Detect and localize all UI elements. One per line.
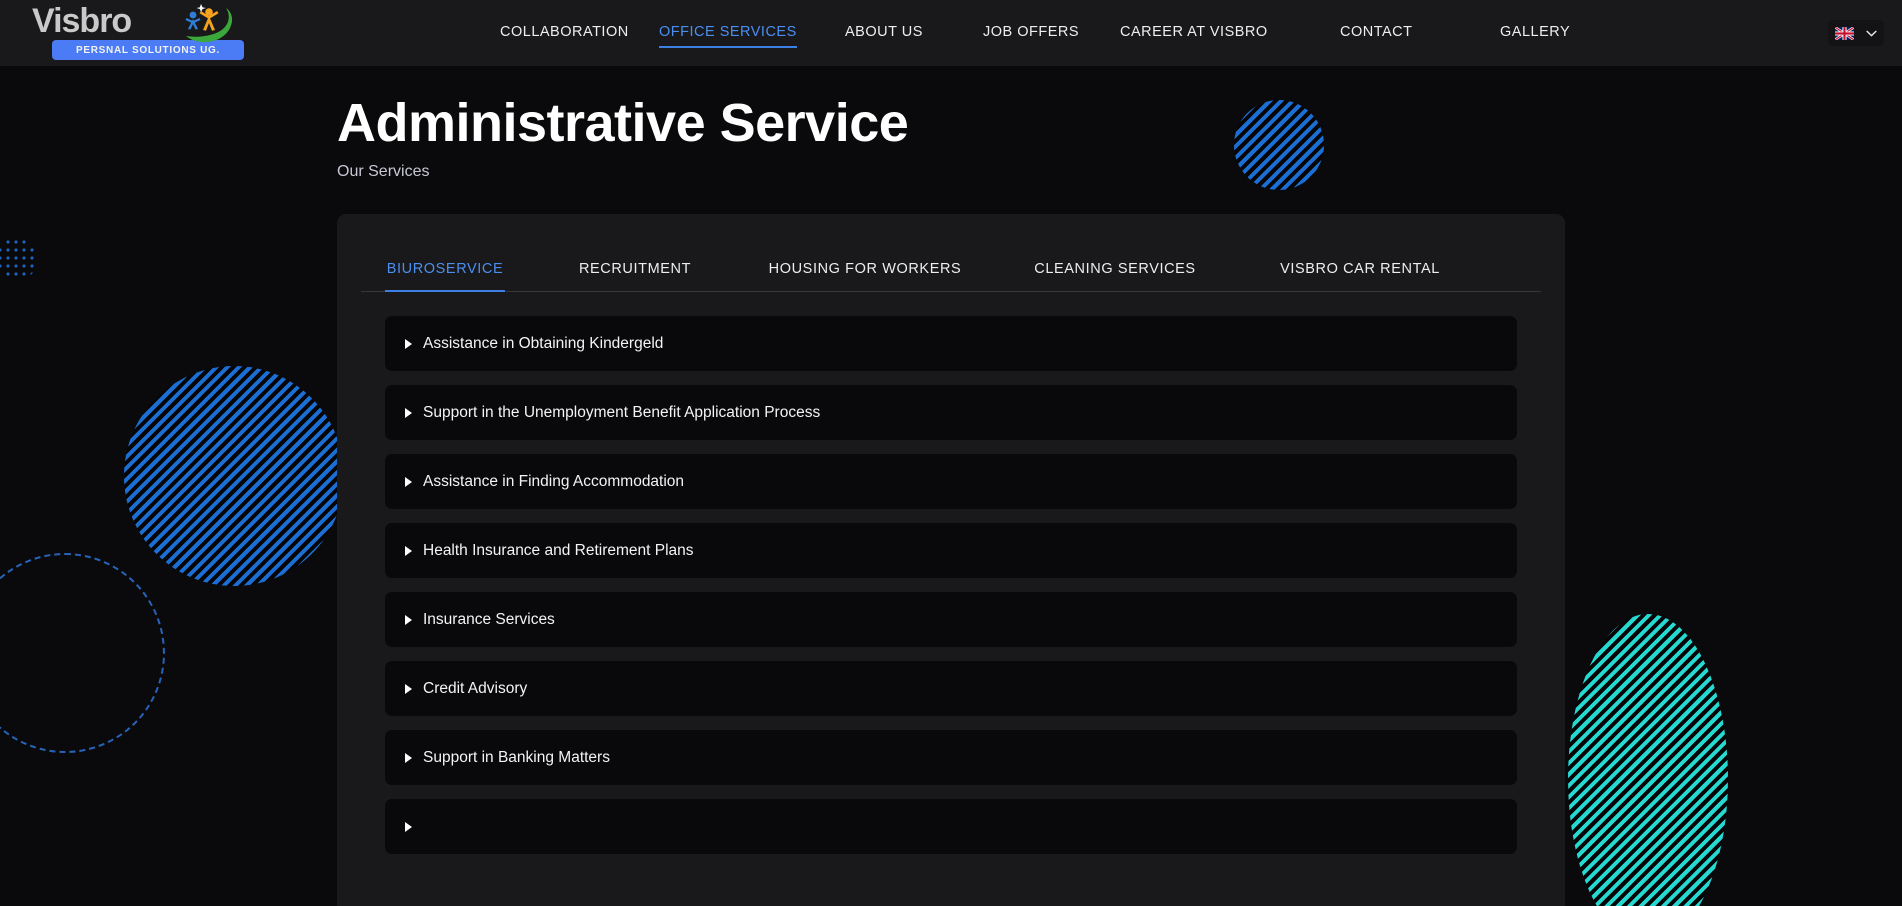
triangle-right-icon [405,545,412,556]
tab-biuroservice[interactable]: BIUROSERVICE [385,261,505,292]
site-header: Visbro PERSNAL SOLUTIONS UG. COLLABORATI… [0,0,1902,66]
nav-item-office-services[interactable]: OFFICE SERVICES [659,24,797,48]
accordion-item[interactable]: Insurance Services [385,592,1517,647]
decorative-striped-circle-large [124,366,344,586]
nav-item-job-offers[interactable]: JOB OFFERS [983,24,1079,43]
triangle-right-icon [405,821,412,832]
accordion-item-label: Support in Banking Matters [423,748,610,766]
accordion-item-label: Insurance Services [423,610,555,628]
services-panel: BIUROSERVICE RECRUITMENT HOUSING FOR WOR… [337,214,1565,906]
page-title: Administrative Service [337,93,909,153]
services-accordion: Assistance in Obtaining Kindergeld Suppo… [361,292,1541,898]
nav-item-career-at-visbro[interactable]: CAREER AT VISBRO [1120,24,1268,43]
chevron-down-icon [1866,30,1877,37]
triangle-right-icon [405,338,412,349]
decorative-dotted-circle [0,238,38,280]
tab-housing-for-workers[interactable]: HOUSING FOR WORKERS [765,261,965,291]
triangle-right-icon [405,407,412,418]
uk-flag-icon [1835,26,1854,40]
hero-section: Administrative Service Our Services [0,66,1902,181]
nav-item-gallery[interactable]: GALLERY [1500,24,1570,43]
triangle-right-icon [405,476,412,487]
accordion-item[interactable]: Support in Banking Matters [385,730,1517,785]
language-selector[interactable] [1828,20,1884,46]
tab-recruitment[interactable]: RECRUITMENT [565,261,705,291]
people-swoosh-logo-icon [185,4,233,43]
nav-item-collaboration[interactable]: COLLABORATION [500,24,629,43]
page-subtitle: Our Services [337,163,430,180]
triangle-right-icon [405,683,412,694]
tab-visbro-car-rental[interactable]: VISBRO CAR RENTAL [1265,261,1455,291]
logo-tagline: PERSNAL SOLUTIONS UG. [76,44,220,56]
decorative-dashed-circle [0,553,165,753]
accordion-item[interactable]: Assistance in Obtaining Kindergeld [385,316,1517,371]
services-tabs: BIUROSERVICE RECRUITMENT HOUSING FOR WOR… [361,214,1541,292]
accordion-item[interactable] [385,799,1517,854]
accordion-item[interactable]: Credit Advisory [385,661,1517,716]
accordion-item[interactable]: Health Insurance and Retirement Plans [385,523,1517,578]
triangle-right-icon [405,752,412,763]
logo[interactable]: Visbro PERSNAL SOLUTIONS UG. [24,4,244,66]
accordion-item-label: Credit Advisory [423,679,528,697]
accordion-item-label: Assistance in Finding Accommodation [423,472,685,490]
accordion-item-label: Health Insurance and Retirement Plans [423,541,694,559]
triangle-right-icon [405,614,412,625]
accordion-item-label: Assistance in Obtaining Kindergeld [423,334,664,352]
nav-item-contact[interactable]: CONTACT [1340,24,1413,43]
decorative-striped-circle-teal [1568,614,1728,906]
accordion-item-label: Support in the Unemployment Benefit Appl… [423,403,821,421]
accordion-item[interactable]: Support in the Unemployment Benefit Appl… [385,385,1517,440]
nav-item-about-us[interactable]: ABOUT US [845,24,923,43]
tab-cleaning-services[interactable]: CLEANING SERVICES [1025,261,1205,291]
page-root: Visbro PERSNAL SOLUTIONS UG. COLLABORATI… [0,0,1902,906]
accordion-item[interactable]: Assistance in Finding Accommodation [385,454,1517,509]
